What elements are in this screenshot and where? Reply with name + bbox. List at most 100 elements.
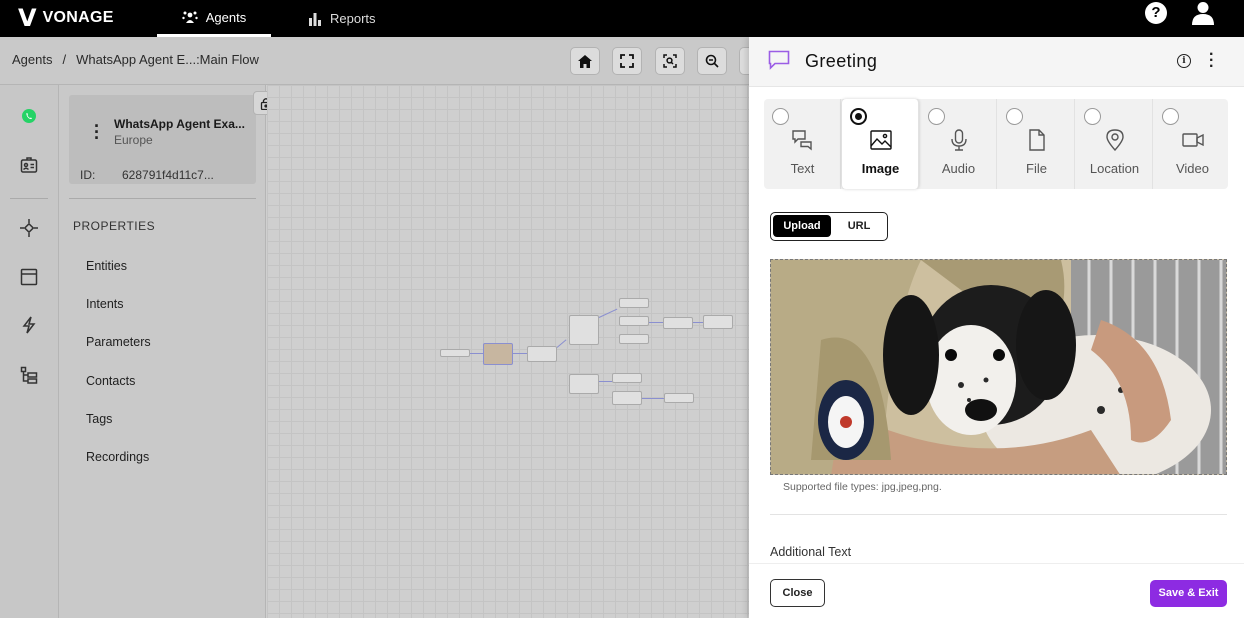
message-type-text-label: Text	[790, 161, 815, 176]
flow-node[interactable]	[527, 346, 557, 362]
whatsapp-icon	[22, 109, 36, 123]
message-type-image[interactable]: Image	[842, 99, 919, 189]
message-type-file-label: File	[1026, 161, 1047, 176]
supported-file-types: Supported file types: jpg,jpeg,png.	[783, 481, 942, 493]
more-options-icon[interactable]: · · ·	[1209, 47, 1214, 75]
flow-node[interactable]	[664, 393, 694, 403]
flow-edge	[470, 353, 484, 354]
location-pin-icon	[1106, 129, 1124, 152]
flow-edge	[513, 353, 527, 354]
radio-location[interactable]	[1084, 108, 1101, 125]
info-icon[interactable]: i	[1177, 54, 1191, 68]
flow-edge	[693, 322, 703, 323]
agent-region: Europe	[114, 133, 153, 147]
file-icon	[1029, 129, 1045, 151]
tab-agents[interactable]: Agents	[157, 0, 271, 37]
zoom-out-button[interactable]	[697, 47, 727, 75]
radio-text[interactable]	[772, 108, 789, 125]
flow-node[interactable]	[569, 315, 599, 345]
radio-video[interactable]	[1162, 108, 1179, 125]
flow-node[interactable]	[619, 298, 649, 308]
flow-edge	[598, 308, 618, 318]
flow-canvas[interactable]	[267, 85, 749, 618]
agents-icon	[182, 11, 198, 23]
property-entities[interactable]: Entities	[86, 259, 127, 273]
flow-edge	[599, 381, 613, 382]
node-editor-panel: Greeting i · · · Text Image Audio File Loc	[749, 37, 1244, 618]
agent-id-value[interactable]: 628791f4d11c7...	[122, 168, 214, 182]
agent-settings-icon[interactable]	[19, 155, 39, 175]
agent-id-label: ID:	[80, 168, 96, 182]
save-and-exit-button[interactable]: Save & Exit	[1150, 580, 1227, 607]
functions-icon[interactable]	[19, 315, 39, 335]
user-profile-icon[interactable]	[1192, 1, 1214, 25]
property-parameters[interactable]: Parameters	[86, 335, 151, 349]
close-button[interactable]: Close	[770, 579, 825, 607]
home-icon	[578, 54, 592, 68]
flow-node-greeting[interactable]	[483, 343, 513, 365]
breadcrumb: Agents / WhatsApp Agent E...:Main Flow	[12, 52, 259, 67]
flow-node[interactable]	[612, 373, 642, 383]
radio-audio[interactable]	[928, 108, 945, 125]
breadcrumb-agents-link[interactable]: Agents	[12, 52, 52, 67]
flow-node[interactable]	[619, 334, 649, 344]
flow-node[interactable]	[440, 349, 470, 357]
message-bubble-icon	[768, 50, 790, 70]
vonage-logo[interactable]: V VONAGE	[18, 3, 114, 33]
zoom-out-icon	[705, 54, 719, 68]
message-type-selector: Text Image Audio File Location Video	[764, 99, 1228, 189]
flow-node[interactable]	[703, 315, 733, 329]
agent-name: WhatsApp Agent Exa...	[114, 117, 245, 131]
property-intents[interactable]: Intents	[86, 297, 124, 311]
uploaded-image-preview[interactable]	[770, 259, 1227, 475]
flow-edge	[649, 322, 663, 323]
section-divider	[770, 514, 1227, 515]
message-type-file[interactable]: File	[998, 99, 1075, 189]
flow-edge	[556, 339, 567, 348]
whatsapp-channel-icon[interactable]	[19, 106, 39, 126]
properties-title: PROPERTIES	[73, 219, 156, 233]
chat-bubbles-icon	[792, 130, 812, 151]
top-navigation-bar: V VONAGE Agents Reports ?	[0, 0, 1244, 37]
flow-node[interactable]	[619, 316, 649, 326]
home-button[interactable]	[570, 47, 600, 75]
lightning-icon	[22, 316, 36, 334]
message-type-image-label: Image	[861, 161, 900, 176]
browser-window-icon	[20, 268, 38, 286]
property-recordings[interactable]: Recordings	[86, 450, 149, 464]
panel-footer: Close Save & Exit	[749, 563, 1244, 618]
breadcrumb-separator: /	[62, 52, 67, 67]
properties-panel: · · · WhatsApp Agent Exa... Europe ID: 628…	[59, 85, 266, 618]
upload-option[interactable]: Upload	[773, 215, 831, 237]
panel-title: Greeting	[805, 51, 878, 71]
fullscreen-icon	[620, 54, 634, 68]
rail-divider	[10, 198, 48, 199]
message-type-location[interactable]: Location	[1076, 99, 1153, 189]
focus-button[interactable]	[655, 47, 685, 75]
message-type-text[interactable]: Text	[764, 99, 841, 189]
radio-file[interactable]	[1006, 108, 1023, 125]
help-icon[interactable]: ?	[1145, 2, 1167, 24]
tree-icon[interactable]	[19, 365, 39, 385]
id-card-icon	[20, 157, 38, 173]
window-icon[interactable]	[19, 267, 39, 287]
flow-icon[interactable]	[19, 218, 39, 238]
message-type-audio[interactable]: Audio	[920, 99, 997, 189]
left-icon-rail	[0, 85, 59, 618]
tab-reports[interactable]: Reports	[308, 0, 376, 37]
message-type-location-label: Location	[1089, 161, 1140, 176]
zoom-in-button-partial[interactable]	[739, 47, 749, 75]
url-option[interactable]: URL	[833, 215, 885, 237]
radio-image[interactable]	[850, 108, 867, 125]
property-contacts[interactable]: Contacts	[86, 374, 135, 388]
tab-agents-label: Agents	[205, 9, 247, 25]
flow-node[interactable]	[663, 317, 693, 329]
agent-menu-icon[interactable]: · · ·	[94, 117, 100, 147]
video-camera-icon	[1182, 133, 1204, 147]
flow-node[interactable]	[569, 374, 599, 394]
flow-node[interactable]	[612, 391, 642, 405]
image-icon	[870, 130, 892, 150]
fit-view-button[interactable]	[612, 47, 642, 75]
message-type-video[interactable]: Video	[1154, 99, 1231, 189]
property-tags[interactable]: Tags	[86, 412, 112, 426]
